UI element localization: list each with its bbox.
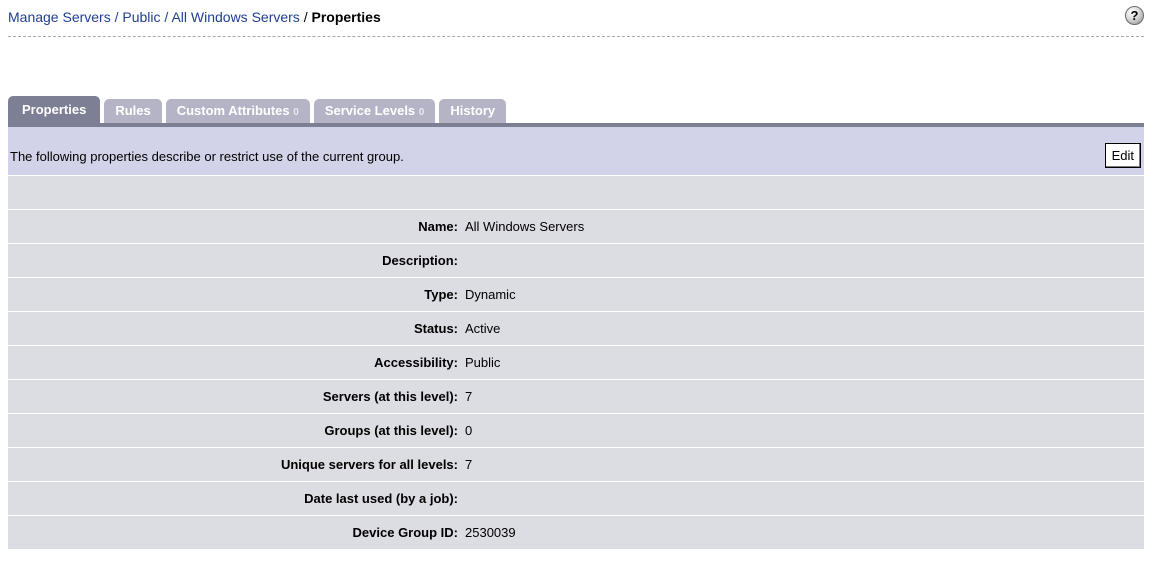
property-row-description: Description: (8, 244, 1144, 278)
property-value: 2530039 (465, 525, 516, 540)
property-label: Accessibility: (374, 355, 458, 370)
tab-label: Properties (22, 102, 87, 117)
property-row-device-group-id: Device Group ID: 2530039 (8, 516, 1144, 550)
property-value (458, 244, 465, 277)
tab-label: Rules (115, 103, 151, 118)
tab-label: Custom Attributes (176, 103, 290, 118)
property-label: Date last used (by a job): (304, 491, 458, 506)
tab-count-badge: 0 (293, 107, 299, 118)
property-row-status: Status: Active (8, 312, 1144, 346)
property-label: Status: (413, 321, 458, 336)
property-label: Name: (418, 219, 458, 234)
tab-bar: Properties Rules Custom Attributes 0 Ser… (8, 96, 510, 123)
property-label: Description: (382, 253, 458, 268)
property-row-name: Name: All Windows Servers (8, 210, 1144, 244)
panel-description: The following properties describe or res… (10, 149, 404, 164)
property-value: All Windows Servers (465, 219, 585, 234)
tab-service-levels[interactable]: Service Levels 0 (313, 99, 436, 123)
property-value: 7 (465, 457, 473, 472)
tab-label: Service Levels (324, 103, 416, 118)
property-row-date-last-used: Date last used (by a job): (8, 482, 1144, 516)
property-row-groups-at-level: Groups (at this level): 0 (8, 414, 1144, 448)
property-value: Dynamic (465, 287, 516, 302)
property-label: Groups (at this level): (324, 423, 458, 438)
property-value: Active (465, 321, 501, 336)
edit-button[interactable]: Edit (1104, 143, 1141, 168)
description-bar: The following properties describe or res… (8, 127, 1144, 176)
property-value: Public (465, 355, 501, 370)
tab-custom-attributes[interactable]: Custom Attributes 0 (165, 99, 310, 123)
property-row-servers-at-level: Servers (at this level): 7 (8, 380, 1144, 414)
breadcrumb-link-all-windows-servers[interactable]: All Windows Servers (171, 9, 299, 25)
breadcrumb-link-manage-servers[interactable]: Manage Servers (8, 9, 111, 25)
property-value (458, 482, 465, 515)
breadcrumb-current: Properties (311, 9, 381, 25)
breadcrumb-link-public[interactable]: Public (122, 9, 160, 25)
property-label: Unique servers for all levels: (280, 457, 458, 472)
property-value: 7 (465, 389, 473, 404)
tab-label: History (450, 103, 496, 118)
spacer-row (8, 176, 1144, 210)
tab-rules[interactable]: Rules (104, 99, 162, 123)
page-header: Manage Servers / Public / All Windows Se… (8, 0, 1144, 37)
property-row-unique-servers: Unique servers for all levels: 7 (8, 448, 1144, 482)
property-row-type: Type: Dynamic (8, 278, 1144, 312)
properties-panel: The following properties describe or res… (8, 123, 1144, 550)
property-label: Type: (424, 287, 458, 302)
property-label: Servers (at this level): (322, 389, 458, 404)
property-label: Device Group ID: (352, 525, 458, 540)
property-row-accessibility: Accessibility: Public (8, 346, 1144, 380)
help-icon[interactable]: ? (1125, 6, 1144, 25)
breadcrumb: Manage Servers / Public / All Windows Se… (8, 9, 381, 25)
tab-count-badge: 0 (418, 107, 425, 118)
property-value: 0 (465, 423, 473, 438)
tab-history[interactable]: History (439, 99, 507, 123)
tab-properties[interactable]: Properties (8, 96, 101, 123)
